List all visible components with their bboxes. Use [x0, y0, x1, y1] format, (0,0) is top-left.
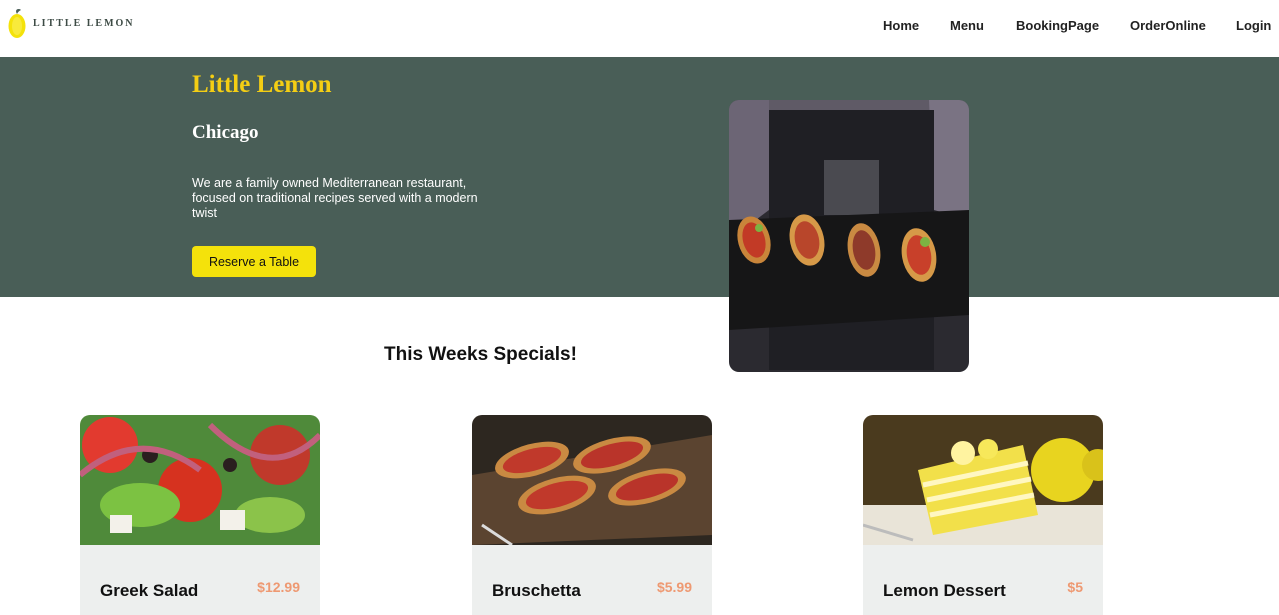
- hero-title: Little Lemon: [192, 71, 332, 98]
- dish-name: Bruschetta: [492, 581, 581, 600]
- card-body: Bruschetta $5.99: [472, 545, 712, 615]
- dish-price: $12.99: [257, 579, 300, 595]
- lemon-dessert-image: [863, 415, 1103, 545]
- restaurant-food-photo: [729, 100, 969, 372]
- card-body: Lemon Dessert $5: [863, 545, 1103, 615]
- nav-menu-link[interactable]: Menu: [950, 18, 984, 33]
- special-card-greek-salad[interactable]: Greek Salad $12.99: [80, 415, 320, 615]
- specials-heading: This Weeks Specials!: [384, 344, 577, 365]
- nav-home-link[interactable]: Home: [883, 18, 919, 33]
- nav-order-online-link[interactable]: OrderOnline: [1130, 18, 1206, 33]
- special-card-lemon-dessert[interactable]: Lemon Dessert $5: [863, 415, 1103, 615]
- card-body: Greek Salad $12.99: [80, 545, 320, 615]
- bruschetta-image: [472, 415, 712, 545]
- dish-name: Greek Salad: [100, 581, 199, 600]
- nav-booking-page-link[interactable]: BookingPage: [1016, 18, 1099, 33]
- nav-login-link[interactable]: Login: [1236, 18, 1271, 33]
- hero-subtitle: Chicago: [192, 122, 259, 143]
- dish-price: $5.99: [656, 579, 692, 595]
- greek-salad-image: [80, 415, 320, 545]
- hero-image: [729, 100, 969, 372]
- nav-links: Home Menu BookingPage OrderOnline Login: [0, 18, 1279, 34]
- hero-description: We are a family owned Mediterranean rest…: [192, 176, 478, 220]
- reserve-table-button[interactable]: Reserve a Table: [192, 246, 316, 277]
- special-card-bruschetta[interactable]: Bruschetta $5.99: [472, 415, 712, 615]
- dish-name: Lemon Dessert: [883, 581, 1006, 600]
- dish-price: $5: [1067, 579, 1083, 595]
- top-navigation: LITTLE LEMON Home Menu BookingPage Order…: [0, 0, 1279, 57]
